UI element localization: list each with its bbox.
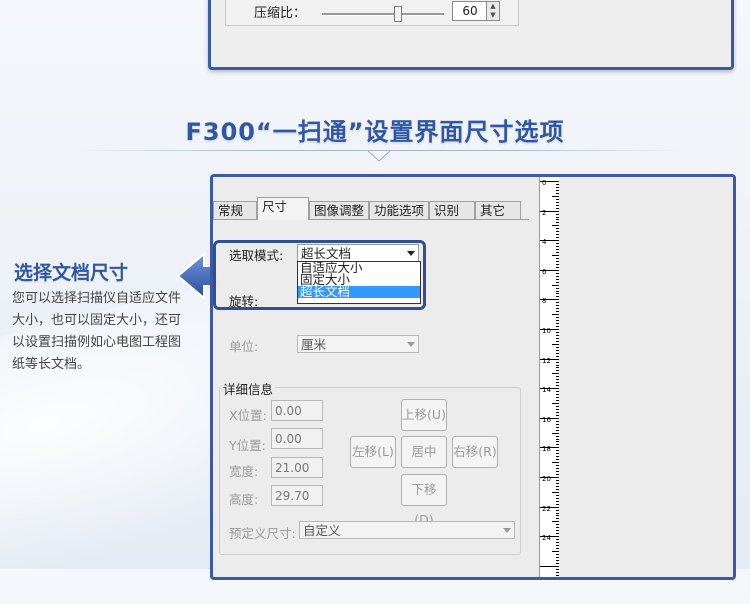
- ruler-label: 16: [542, 415, 551, 424]
- compression-group: 压缩比： 60 ▲ ▼: [225, 0, 519, 26]
- preview-area: [559, 177, 733, 577]
- ruler-label: 2: [542, 208, 547, 217]
- preset-size-label: 预定义尺寸:: [229, 526, 296, 541]
- ruler-label: 6: [542, 267, 547, 276]
- tab-size[interactable]: 尺寸: [257, 197, 309, 220]
- tab-image-adjust[interactable]: 图像调整: [309, 201, 369, 219]
- top-dialog-fragment: 压缩比： 60 ▲ ▼: [208, 0, 734, 70]
- center-button[interactable]: 居中(M): [401, 436, 447, 489]
- compression-ratio-input[interactable]: 60: [452, 1, 488, 21]
- rotate-label: 旋转:: [229, 294, 259, 309]
- width-field[interactable]: 21.00: [271, 457, 323, 478]
- chevron-down-icon[interactable]: [407, 251, 415, 256]
- move-up-button[interactable]: 上移(U): [401, 399, 447, 431]
- ruler-tick: [540, 565, 560, 567]
- tab-function-options[interactable]: 功能选项: [369, 201, 429, 219]
- move-down-button[interactable]: 下移(D): [401, 474, 447, 527]
- tab-other[interactable]: 其它: [475, 201, 521, 219]
- width-label: 宽度:: [229, 464, 259, 479]
- ruler-label: 12: [542, 356, 551, 365]
- callout-title: 选择文档尺寸: [14, 262, 129, 284]
- spin-up-icon[interactable]: ▲: [487, 2, 499, 11]
- spin-down-icon[interactable]: ▼: [487, 11, 499, 20]
- chevron-down-icon[interactable]: [407, 342, 415, 347]
- ruler-label: 20: [542, 475, 551, 483]
- ruler-label: 24: [542, 534, 551, 543]
- ruler-label: 22: [542, 504, 551, 513]
- height-field[interactable]: 29.70: [271, 485, 323, 506]
- details-group-title: 详细信息: [221, 379, 276, 398]
- preset-size-value: 自定义: [303, 523, 341, 538]
- unit-select[interactable]: 厘米: [297, 335, 419, 353]
- chevron-down-icon[interactable]: [503, 528, 511, 533]
- move-left-button[interactable]: 左移(L): [350, 436, 396, 468]
- ruler-label: 10: [542, 327, 551, 335]
- preset-size-select[interactable]: 自定义: [299, 521, 515, 539]
- compression-ratio-label: 压缩比：: [254, 6, 307, 21]
- move-right-button[interactable]: 右移(R): [452, 436, 498, 468]
- compression-slider-thumb[interactable]: [394, 6, 402, 22]
- ruler-label: 4: [542, 238, 547, 247]
- y-position-field[interactable]: 0.00: [271, 428, 323, 449]
- compression-ratio-spinner[interactable]: ▲ ▼: [486, 1, 500, 21]
- mode-option-long-document[interactable]: 超长文档: [298, 285, 420, 298]
- ruler-label: 8: [542, 297, 547, 306]
- y-position-label: Y位置:: [229, 438, 266, 453]
- page-heading: F300“一扫通”设置界面尺寸选项: [185, 118, 565, 146]
- ruler-label: 0: [542, 179, 547, 187]
- mode-dropdown-list: 自适应大小 固定大小 超长文档: [297, 261, 421, 304]
- unit-label: 单位:: [229, 339, 259, 354]
- height-label: 高度:: [229, 492, 259, 507]
- vertical-ruler: 0 2 4 6 8 10 12 14 16 18 20 22 24: [539, 177, 561, 577]
- ruler-label: 14: [542, 386, 551, 395]
- x-position-field[interactable]: 0.00: [271, 400, 323, 421]
- ruler-label: 18: [542, 445, 551, 454]
- compression-slider-track[interactable]: [322, 13, 444, 16]
- tab-recognition[interactable]: 识别: [429, 201, 475, 219]
- unit-select-value: 厘米: [301, 337, 327, 352]
- x-position-label: X位置:: [229, 408, 267, 423]
- tab-general[interactable]: 常规: [213, 201, 257, 219]
- divider-notch-icon: [368, 151, 390, 162]
- scan-settings-dialog: 常规 尺寸 图像调整 功能选项 识别 其它 选取模式: 超长文档 自适应大小 固…: [210, 174, 736, 580]
- mode-label: 选取模式:: [229, 248, 284, 263]
- callout-description: 您可以选择扫描仪自适应文件大小，也可以固定大小，还可以设置扫描例如心电图工程图纸…: [12, 291, 182, 372]
- mode-select-value: 超长文档: [301, 246, 352, 261]
